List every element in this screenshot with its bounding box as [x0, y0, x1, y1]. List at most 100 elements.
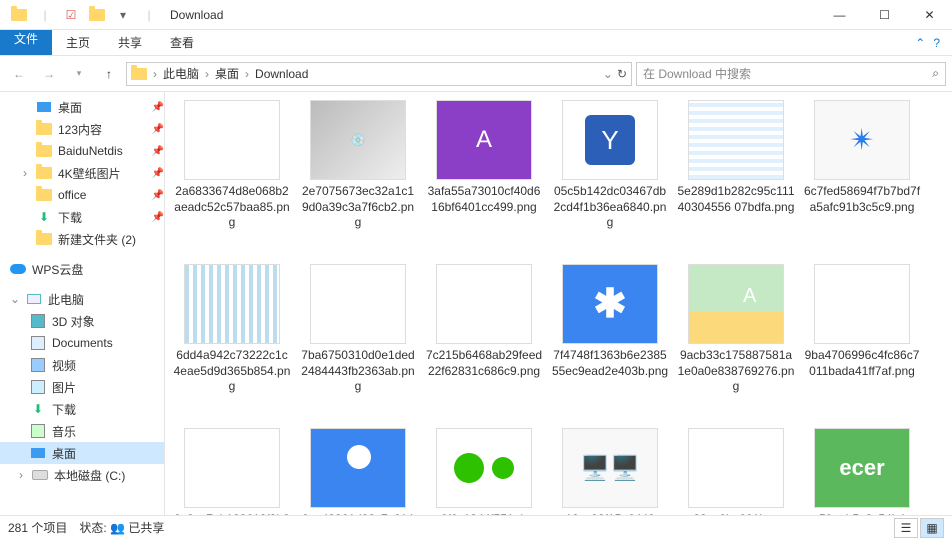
file-item[interactable]: 5e289d1b282c95c11140304556 07bdfa.png [677, 100, 795, 258]
thumbnail [184, 264, 280, 344]
window-controls: — ☐ ✕ [817, 0, 952, 30]
navigation-pane[interactable]: 桌面📌123内容📌BaiduNetdis📌›4K壁纸图片📌office📌⬇下载📌… [0, 92, 165, 515]
file-item[interactable]: 23ce0be001bce [677, 428, 795, 515]
chevron-right-icon[interactable]: › [245, 67, 249, 81]
up-button[interactable]: ↑ [96, 61, 122, 87]
status-bar: 281 个项目 状态: 👥 已共享 ☰ ▦ [0, 515, 952, 539]
file-item[interactable]: 6dd4a942c73222c1c4eae5d9d365b854.png [173, 264, 291, 422]
recent-dropdown[interactable]: ▾ [66, 61, 92, 87]
breadcrumb-download[interactable]: Download [251, 67, 312, 81]
properties-icon[interactable]: ☑ [60, 4, 82, 26]
ribbon-help-icon[interactable]: ⌃ ? [903, 30, 952, 55]
file-item[interactable]: ✴ 6c7fed58694f7b7bd7fa5afc91b3c5c9.png [803, 100, 921, 258]
maximize-button[interactable]: ☐ [862, 0, 907, 30]
tab-share[interactable]: 共享 [104, 30, 156, 55]
titlebar: | ☑ ▾ | Download — ☐ ✕ [0, 0, 952, 30]
file-item[interactable]: 2a6833674d8e068b2aeadc52c57baa85.png [173, 100, 291, 258]
sidebar-pc-item[interactable]: 视频 [0, 354, 164, 376]
file-item[interactable]: 9acb33c175887581a1e0a0e838769276.png [677, 264, 795, 422]
breadcrumb-thispc[interactable]: 此电脑 [159, 65, 203, 82]
folder-icon[interactable] [8, 4, 30, 26]
item-count: 281 个项目 [8, 519, 67, 536]
file-item[interactable]: 0f0c1344f551ab [425, 428, 543, 515]
thumbnail [184, 428, 280, 508]
sidebar-pc-item[interactable]: 3D 对象 [0, 310, 164, 332]
file-item[interactable]: A3afa55a73010cf40d616bf6401cc499.png [425, 100, 543, 258]
addr-dropdown-icon[interactable]: ⌄ [603, 67, 613, 81]
main-area: 桌面📌123内容📌BaiduNetdis📌›4K壁纸图片📌office📌⬇下载📌… [0, 92, 952, 515]
sidebar-quick-item[interactable]: 123内容📌 [0, 118, 164, 140]
refresh-icon[interactable]: ↻ [617, 67, 627, 81]
sidebar-quick-item[interactable]: office📌 [0, 184, 164, 206]
desktop-icon [31, 448, 45, 458]
sidebar-quick-item[interactable]: 桌面📌 [0, 96, 164, 118]
file-name: 2e7075673ec32a1c19d0a39c3a7f6cb2.png [299, 184, 417, 231]
file-item[interactable]: 7c215b6468ab29feed22f62831c686c9.png [425, 264, 543, 422]
navigation-bar: ← → ▾ ↑ › 此电脑 › 桌面 › Download ⌄ ↻ 在 Down… [0, 56, 952, 92]
details-view-button[interactable]: ☰ [894, 518, 918, 538]
thumbnail: ✱ [562, 264, 658, 344]
thumbnail: A [436, 100, 532, 180]
expand-icon[interactable]: › [16, 468, 26, 482]
thumbnail: 🖥️🖥️ [562, 428, 658, 508]
sidebar-pc-item[interactable]: 音乐 [0, 420, 164, 442]
docs-icon [31, 336, 45, 350]
thumbnail: ecer [814, 428, 910, 508]
share-icon: 👥 [110, 521, 125, 535]
file-name: 2a6833674d8e068b2aeadc52c57baa85.png [173, 184, 291, 231]
thumbnail [310, 428, 406, 508]
file-name: 7ba6750310d0e1ded2484443fb2363ab.png [299, 348, 417, 395]
cloud-icon [10, 264, 26, 274]
folder-icon [36, 145, 52, 157]
tab-view[interactable]: 查看 [156, 30, 208, 55]
file-item[interactable]: 7ba6750310d0e1ded2484443fb2363ab.png [299, 264, 417, 422]
ribbon-tabs: 文件 主页 共享 查看 ⌃ ? [0, 30, 952, 56]
qat-folder-icon[interactable] [86, 4, 108, 26]
pin-icon: 📌 [152, 146, 164, 157]
file-name: 6c7fed58694f7b7bd7fa5afc91b3c5c9.png [803, 184, 921, 215]
expand-icon[interactable]: › [20, 166, 30, 180]
file-item[interactable]: 💿2e7075673ec32a1c19d0a39c3a7f6cb2.png [299, 100, 417, 258]
chevron-right-icon[interactable]: › [205, 67, 209, 81]
file-grid[interactable]: 2a6833674d8e068b2aeadc52c57baa85.png💿2e7… [165, 92, 952, 515]
sidebar-pc-item[interactable]: Documents [0, 332, 164, 354]
tab-home[interactable]: 主页 [52, 30, 104, 55]
file-item[interactable]: 9ce43361d28c7c61400e175bc30792cd.png [299, 428, 417, 515]
search-icon[interactable]: ⌕ [932, 66, 939, 81]
sidebar-pc-item[interactable]: ›本地磁盘 (C:) [0, 464, 164, 486]
search-input[interactable]: 在 Download 中搜索 ⌕ [636, 62, 946, 86]
file-item[interactable]: 9c8ca7ab182612f3b82f44accbf4a7d1.png [173, 428, 291, 515]
video-icon [31, 358, 45, 372]
breadcrumb-desktop[interactable]: 桌面 [211, 65, 243, 82]
expand-icon[interactable]: ⌄ [10, 292, 20, 306]
file-item[interactable]: ✱7f4748f1363b6e238555ec9ead2e403b.png [551, 264, 669, 422]
forward-button[interactable]: → [36, 61, 62, 87]
sidebar-pc-item[interactable]: 图片 [0, 376, 164, 398]
file-item[interactable]: ecer50eab5e3c54b4 [803, 428, 921, 515]
close-button[interactable]: ✕ [907, 0, 952, 30]
pc-icon [27, 294, 41, 304]
icons-view-button[interactable]: ▦ [920, 518, 944, 538]
sidebar-thispc[interactable]: ⌄ 此电脑 [0, 288, 164, 310]
qat-down-icon[interactable]: ▾ [112, 4, 134, 26]
sidebar-quick-item[interactable]: ›4K壁纸图片📌 [0, 162, 164, 184]
drive-icon [32, 470, 48, 480]
sidebar-quick-item[interactable]: 新建文件夹 (2) [0, 228, 164, 250]
thumbnail [688, 264, 784, 344]
chevron-right-icon[interactable]: › [153, 67, 157, 81]
sidebar-pc-item[interactable]: ⬇下载 [0, 398, 164, 420]
window-title: Download [170, 8, 223, 22]
sidebar-quick-item[interactable]: BaiduNetdis📌 [0, 140, 164, 162]
address-bar[interactable]: › 此电脑 › 桌面 › Download ⌄ ↻ [126, 62, 632, 86]
thumbnail: ✴ [814, 100, 910, 180]
sidebar-quick-item[interactable]: ⬇下载📌 [0, 206, 164, 228]
file-item[interactable]: 🖥️🖥️12ec93f15a6440 [551, 428, 669, 515]
sidebar-wps[interactable]: WPS云盘 [0, 258, 164, 280]
sidebar-pc-item[interactable]: 桌面 [0, 442, 164, 464]
file-item[interactable]: Y05c5b142dc03467db2cd4f1b36ea6840.png [551, 100, 669, 258]
file-item[interactable]: 9ba4706996c4fc86c7011bada41ff7af.png [803, 264, 921, 422]
folder-icon [36, 123, 52, 135]
tab-file[interactable]: 文件 [0, 30, 52, 55]
minimize-button[interactable]: — [817, 0, 862, 30]
back-button[interactable]: ← [6, 61, 32, 87]
